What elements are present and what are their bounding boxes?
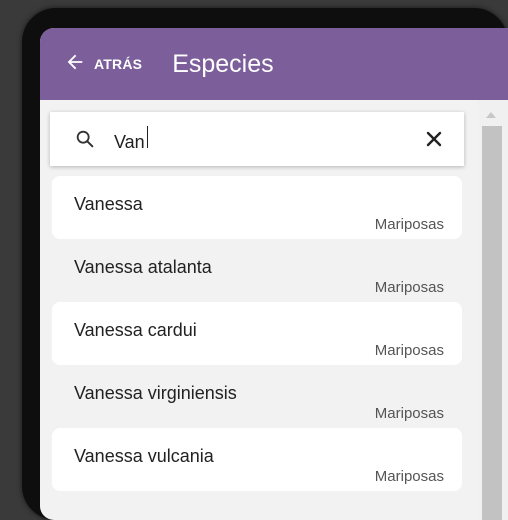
list-item[interactable]: Vanessa atalanta Mariposas: [52, 239, 462, 302]
text-caret: [146, 125, 149, 148]
species-group: Mariposas: [374, 279, 444, 296]
species-name: Vanessa vulcania: [74, 446, 214, 466]
species-group: Mariposas: [374, 216, 444, 233]
species-group: Mariposas: [374, 342, 444, 359]
species-name: Vanessa: [74, 194, 143, 214]
species-name: Vanessa virginiensis: [74, 383, 237, 403]
search-input[interactable]: Van: [114, 125, 384, 153]
results-list: Vanessa Mariposas Vanessa atalanta Marip…: [52, 176, 462, 491]
search-input-value: Van: [114, 131, 145, 152]
list-item[interactable]: Vanessa vulcania Mariposas: [52, 428, 462, 491]
scroll-up-arrow-icon[interactable]: [486, 112, 496, 118]
search-bar: Van: [50, 112, 464, 166]
scrollbar-thumb[interactable]: [482, 126, 502, 520]
app-screen: ATRÁS Especies Van Vanessa Mariposas Van…: [40, 28, 508, 520]
species-group: Mariposas: [374, 405, 444, 422]
list-item[interactable]: Vanessa virginiensis Mariposas: [52, 365, 462, 428]
page-title: Especies: [172, 49, 274, 78]
search-icon: [76, 130, 94, 148]
app-bar: ATRÁS Especies: [40, 28, 508, 100]
species-name: Vanessa cardui: [74, 320, 197, 340]
list-item[interactable]: Vanessa cardui Mariposas: [52, 302, 462, 365]
close-icon[interactable]: [424, 129, 444, 149]
list-item[interactable]: Vanessa Mariposas: [52, 176, 462, 239]
back-label: ATRÁS: [94, 56, 143, 72]
back-button[interactable]: ATRÁS: [64, 51, 142, 78]
species-name: Vanessa atalanta: [74, 257, 212, 277]
species-group: Mariposas: [374, 468, 444, 485]
arrow-left-icon: [64, 51, 86, 78]
